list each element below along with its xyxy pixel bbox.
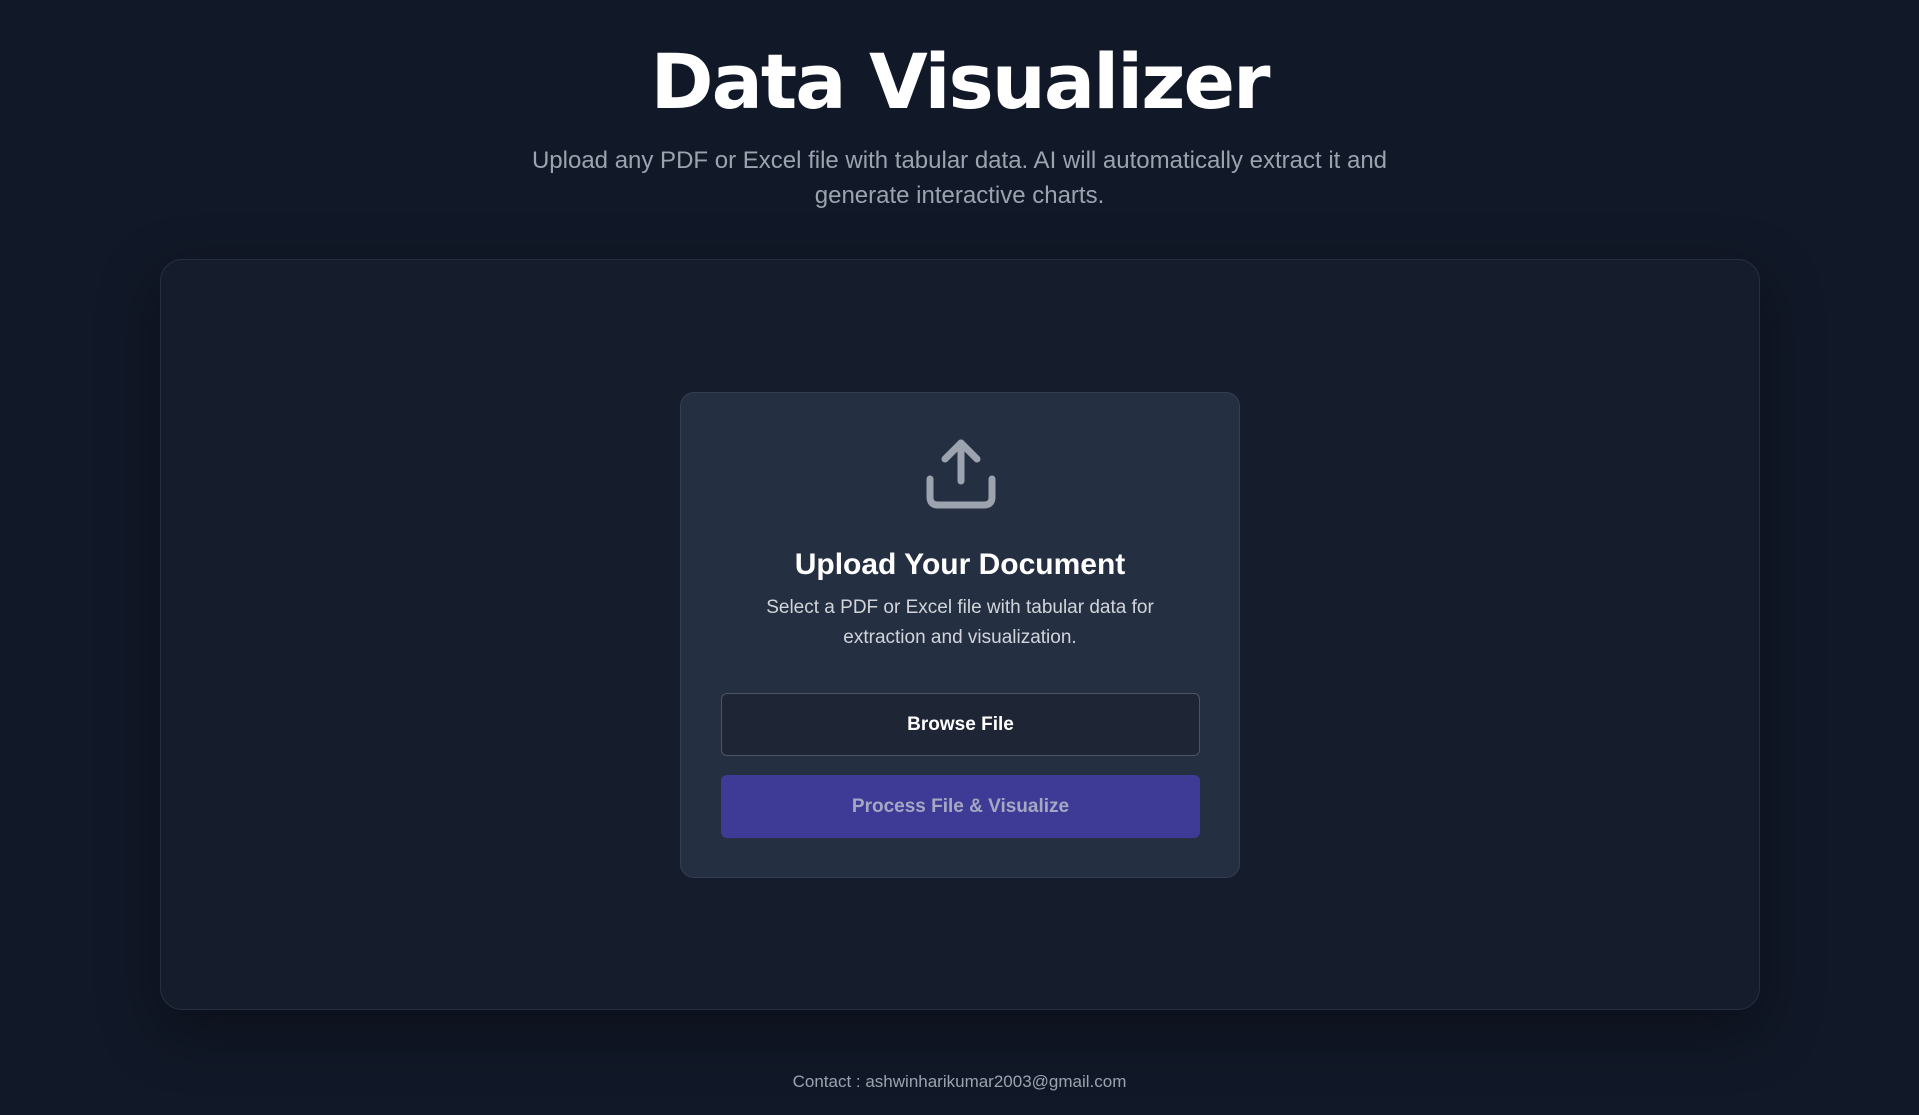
upload-card: Upload Your Document Select a PDF or Exc… [680,392,1240,878]
page-subtitle: Upload any PDF or Excel file with tabula… [531,147,1388,209]
browse-file-button[interactable]: Browse File [721,693,1200,756]
upload-icon [924,437,998,511]
upload-card-description: Select a PDF or Excel file with tabular … [766,597,1154,648]
footer-contact: Contact : ashwinharikumar2003@gmail.com [792,1072,1127,1091]
app-page: Data Visualizer Upload any PDF or Excel … [0,0,1919,1115]
upload-card-title: Upload Your Document [794,548,1126,581]
process-file-button[interactable]: Process File & Visualize [721,775,1200,838]
page-title: Data Visualizer [650,37,1271,126]
